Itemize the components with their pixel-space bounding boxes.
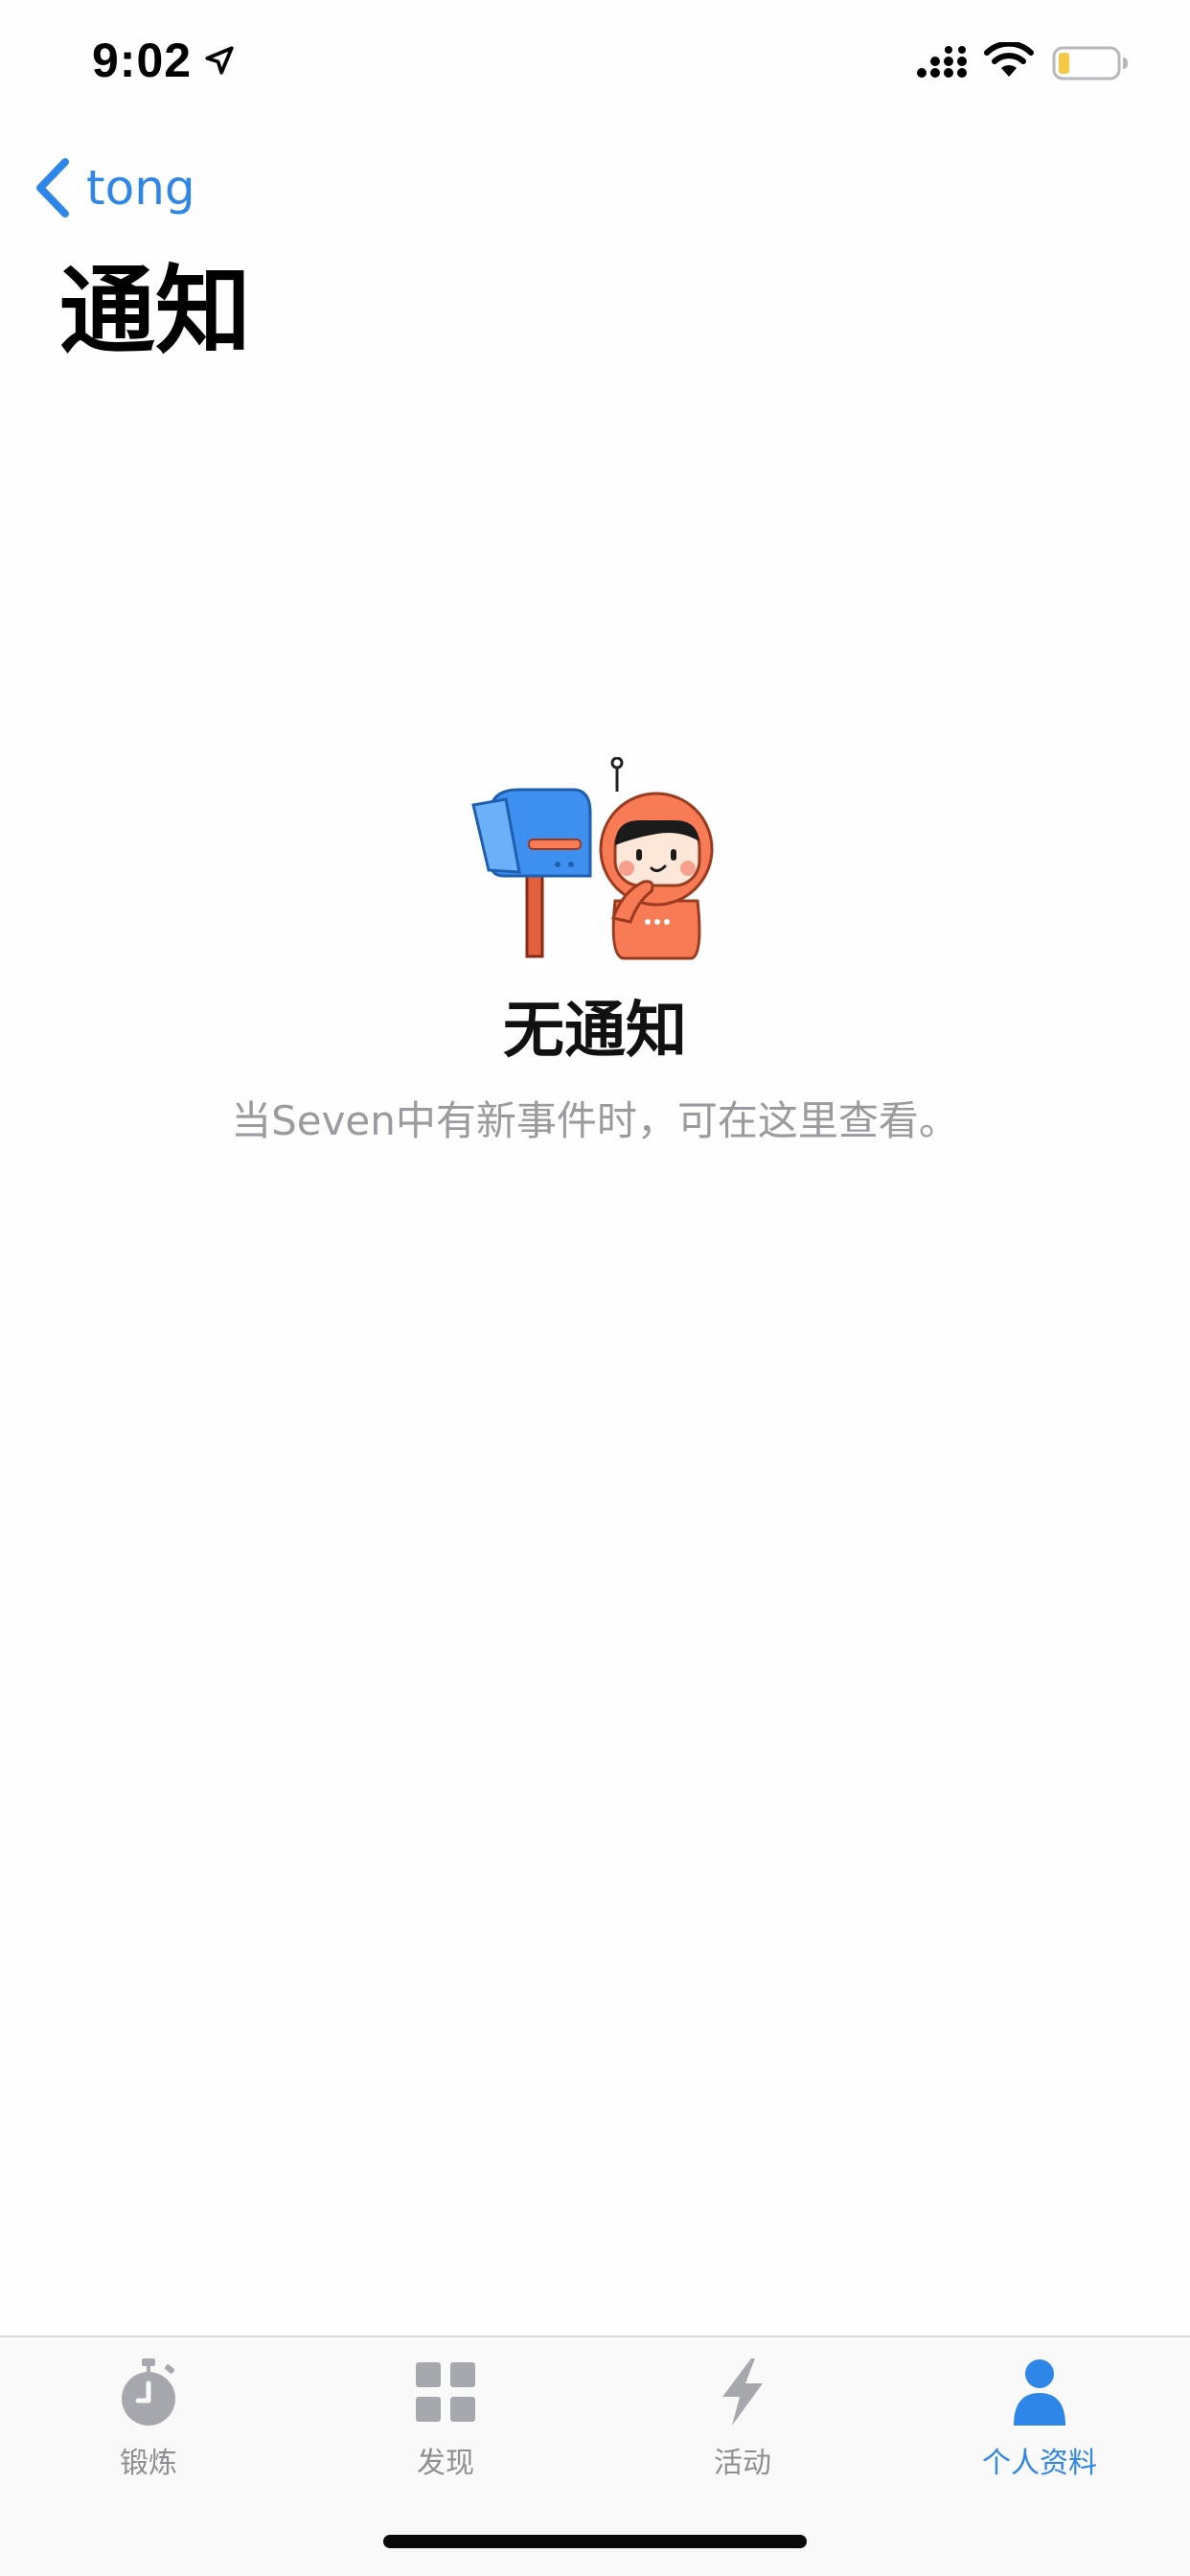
battery-icon xyxy=(1052,46,1128,80)
tab-discover-label: 发现 xyxy=(417,2447,474,2480)
home-indicator xyxy=(383,2535,807,2548)
empty-state-title: 无通知 xyxy=(503,996,687,1067)
person-icon xyxy=(1014,2359,1065,2426)
grid-icon xyxy=(416,2362,475,2422)
tab-workout[interactable]: 锻炼 xyxy=(0,2357,297,2491)
tab-profile[interactable]: 个人资料 xyxy=(891,2357,1188,2491)
status-bar: 9:02 xyxy=(0,0,1190,126)
location-arrow-icon xyxy=(205,46,234,75)
tab-activity[interactable]: 活动 xyxy=(594,2357,891,2491)
wifi-icon xyxy=(984,42,1034,77)
empty-state-description: 当Seven中有新事件时，可在这里查看。 xyxy=(231,1097,959,1144)
tab-workout-label: 锻炼 xyxy=(120,2447,177,2480)
cellular-signal-icon xyxy=(917,46,967,78)
chevron-left-icon xyxy=(36,158,69,218)
status-time: 9:02 xyxy=(92,34,193,87)
mailbox-astronaut-illustration xyxy=(471,757,714,960)
page-title: 通知 xyxy=(59,255,251,367)
tab-activity-label: 活动 xyxy=(714,2447,771,2480)
back-button-label: tong xyxy=(86,160,195,216)
lightning-icon xyxy=(722,2358,763,2426)
tab-profile-label: 个人资料 xyxy=(982,2447,1097,2480)
back-button[interactable]: tong xyxy=(33,153,195,222)
stopwatch-icon xyxy=(122,2358,175,2426)
tab-discover[interactable]: 发现 xyxy=(297,2357,594,2491)
notifications-screen: 9:02 tong 通知 无通知 当Seven中有新事件时，可在这里查看。 锻炼… xyxy=(0,0,1190,2576)
